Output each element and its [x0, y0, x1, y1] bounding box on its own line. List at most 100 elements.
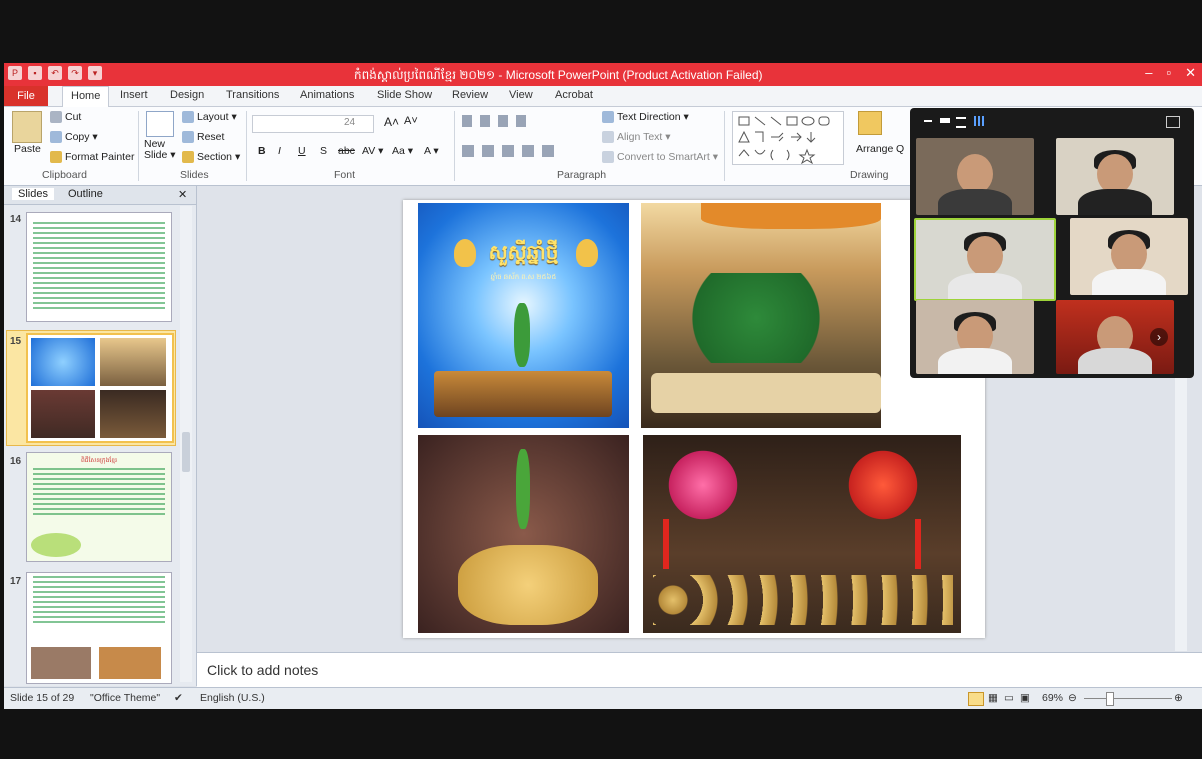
- customize-qat-icon[interactable]: ▾: [88, 66, 102, 80]
- tab-transitions[interactable]: Transitions: [226, 89, 279, 101]
- bold-button[interactable]: B: [258, 145, 266, 157]
- undo-icon[interactable]: ↶: [48, 66, 62, 80]
- participant-video[interactable]: [916, 300, 1034, 374]
- participant-video[interactable]: [1070, 218, 1188, 295]
- participant-video[interactable]: [1056, 138, 1174, 215]
- slide-number: 14: [10, 214, 22, 225]
- slideshow-button[interactable]: ▣: [1020, 692, 1030, 704]
- maximize-button[interactable]: ▫: [1166, 65, 1171, 81]
- copy-button[interactable]: Copy ▾: [50, 131, 98, 144]
- alignment-buttons[interactable]: [462, 145, 562, 157]
- format-painter-button[interactable]: Format Painter: [50, 151, 134, 164]
- spellcheck-icon[interactable]: ✔: [174, 692, 183, 704]
- shadow-button[interactable]: S: [320, 145, 327, 157]
- arrange-button[interactable]: Arrange: [856, 143, 893, 155]
- letterbox-bottom: [0, 708, 1202, 759]
- status-bar: Slide 15 of 29 "Office Theme" ✔ English …: [4, 687, 1202, 709]
- exit-fullscreen-icon[interactable]: [1166, 116, 1180, 128]
- redo-icon[interactable]: ↷: [68, 66, 82, 80]
- slide-thumbnail-17[interactable]: [26, 572, 172, 684]
- tab-file[interactable]: File: [4, 86, 48, 106]
- strip-view-icon[interactable]: [956, 117, 966, 128]
- slide-thumbnail-15[interactable]: [26, 333, 174, 443]
- paste-icon[interactable]: [12, 111, 42, 143]
- quick-styles-button[interactable]: Q: [896, 143, 904, 155]
- tab-review[interactable]: Review: [452, 89, 488, 101]
- normal-view-button[interactable]: [968, 692, 984, 706]
- change-case-button[interactable]: Aa ▾: [392, 145, 413, 157]
- participant-body: [1078, 189, 1152, 215]
- current-slide[interactable]: សួស្តីឆ្នាំថ្មី ឆ្នាំច ឆស័ក ព.ស ២៥៦៥: [403, 200, 985, 638]
- list-buttons[interactable]: [462, 115, 532, 127]
- text-direction-button[interactable]: Text Direction ▾: [602, 111, 689, 124]
- tab-acrobat[interactable]: Acrobat: [555, 89, 593, 101]
- close-button[interactable]: ✕: [1185, 65, 1196, 81]
- tab-slides[interactable]: Slides: [12, 188, 54, 200]
- cut-button[interactable]: Cut: [50, 111, 82, 124]
- slide-number: 17: [10, 576, 22, 587]
- language[interactable]: English (U.S.): [200, 692, 265, 704]
- align-text-button[interactable]: Align Text ▾: [602, 131, 671, 144]
- paste-button[interactable]: Paste: [14, 143, 41, 155]
- speaker-view-icon[interactable]: [940, 118, 950, 123]
- font-color-button[interactable]: A ▾: [424, 145, 439, 157]
- arrange-icon[interactable]: [858, 111, 882, 135]
- zoom-in-button[interactable]: ⊕: [1174, 692, 1183, 704]
- group-paragraph-label: Paragraph: [557, 169, 607, 181]
- participant-face: [957, 154, 993, 194]
- notes-pane[interactable]: Click to add notes: [197, 652, 1202, 687]
- layout-button[interactable]: Layout ▾: [182, 111, 237, 124]
- grid-view-icon[interactable]: [974, 116, 984, 126]
- slide-sorter-button[interactable]: ▦: [988, 692, 998, 704]
- grow-font-button[interactable]: A˄: [384, 115, 399, 129]
- new-slide-button[interactable]: New Slide ▾: [144, 139, 178, 161]
- convert-smartart-button[interactable]: Convert to SmartArt ▾: [602, 151, 718, 164]
- active-speaker-video[interactable]: [914, 218, 1056, 301]
- tab-view[interactable]: View: [509, 89, 533, 101]
- reading-view-button[interactable]: ▭: [1004, 692, 1014, 704]
- slides-panel: Slides Outline ✕ 14 15 16 ពិធីសែនក្រុងខ្…: [4, 186, 197, 686]
- font-size-input[interactable]: 24: [344, 115, 374, 131]
- save-icon[interactable]: ▪: [28, 66, 42, 80]
- reset-label: Reset: [197, 131, 225, 143]
- slide-counter: Slide 15 of 29: [10, 692, 75, 704]
- tab-animations[interactable]: Animations: [300, 89, 354, 101]
- zoom-slider[interactable]: [1084, 698, 1172, 699]
- shapes-gallery[interactable]: [732, 111, 844, 165]
- panel-scrollbar[interactable]: [180, 206, 192, 682]
- tab-home[interactable]: Home: [62, 86, 110, 108]
- canopy-shape: [701, 203, 881, 229]
- participant-video[interactable]: ›: [1056, 300, 1174, 374]
- strikethrough-button[interactable]: abc: [338, 145, 355, 157]
- new-slide-icon[interactable]: [146, 111, 174, 137]
- cut-label: Cut: [65, 111, 82, 123]
- reset-button[interactable]: Reset: [182, 131, 225, 144]
- zoom-out-button[interactable]: ⊖: [1068, 692, 1077, 704]
- palm-icon: [516, 449, 530, 529]
- slide-thumbnail-14[interactable]: [26, 212, 172, 322]
- shrink-font-button[interactable]: A˅: [404, 115, 418, 127]
- panel-close-button[interactable]: ✕: [178, 188, 187, 201]
- italic-button[interactable]: I: [278, 145, 281, 157]
- participant-video[interactable]: [916, 138, 1034, 215]
- tab-design[interactable]: Design: [170, 89, 204, 101]
- tab-outline[interactable]: Outline: [68, 188, 103, 200]
- slide-thumbnail-16[interactable]: ពិធីសែនក្រុងខ្មែរ: [26, 452, 172, 562]
- thumb-image: [31, 338, 95, 386]
- fruit-offering-photo: [643, 435, 961, 633]
- minimize-icon[interactable]: [924, 120, 932, 122]
- tab-slide-show[interactable]: Slide Show: [377, 89, 432, 101]
- thumb-image: [31, 647, 91, 679]
- character-spacing-button[interactable]: AV ▾: [362, 145, 383, 157]
- tab-insert[interactable]: Insert: [120, 89, 148, 101]
- zoom-level[interactable]: 69%: [1042, 692, 1063, 704]
- letterbox-top: [0, 0, 1202, 63]
- section-button[interactable]: Section ▾: [182, 151, 240, 164]
- underline-button[interactable]: U: [298, 145, 306, 157]
- scroll-thumb[interactable]: [182, 432, 190, 472]
- participant-body: [938, 189, 1012, 215]
- zoom-slider-thumb[interactable]: [1106, 692, 1114, 706]
- layout-label: Layout ▾: [197, 111, 237, 123]
- minimize-button[interactable]: –: [1145, 65, 1152, 81]
- next-page-icon[interactable]: ›: [1150, 328, 1168, 346]
